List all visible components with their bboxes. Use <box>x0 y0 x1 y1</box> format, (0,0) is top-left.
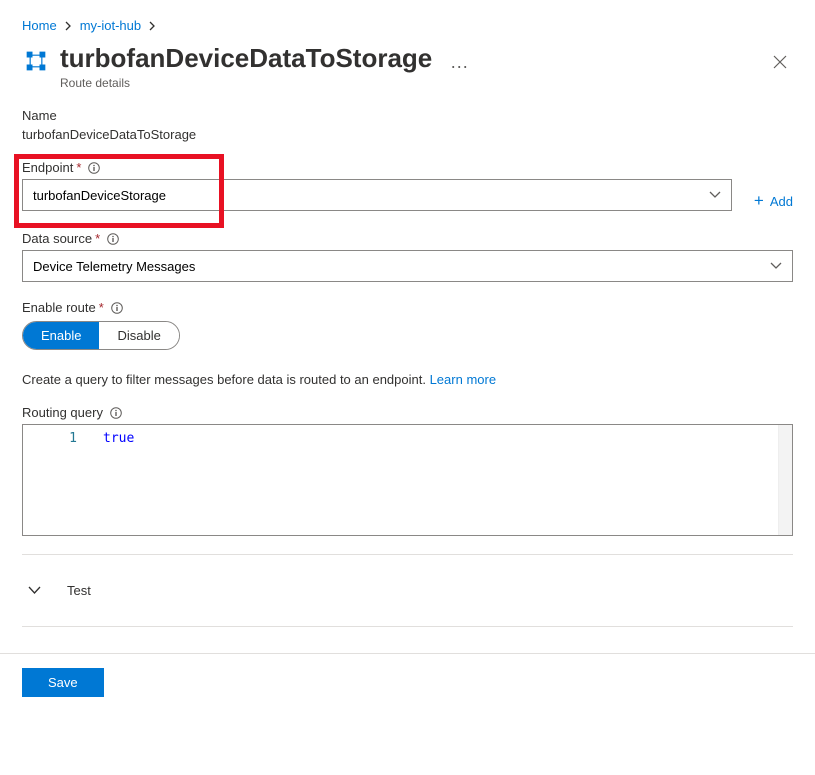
add-endpoint-button[interactable]: + Add <box>742 191 793 211</box>
chevron-down-icon <box>699 191 731 199</box>
line-number: 1 <box>23 425 95 535</box>
chevron-right-icon <box>149 21 156 31</box>
more-actions-icon[interactable]: ··· <box>450 56 468 77</box>
name-field: Name turbofanDeviceDataToStorage <box>22 108 793 142</box>
save-button[interactable]: Save <box>22 668 104 697</box>
divider <box>22 554 793 555</box>
divider <box>22 626 793 627</box>
endpoint-field: Endpoint * + Add <box>22 160 793 211</box>
endpoint-label: Endpoint <box>22 160 73 175</box>
breadcrumb: Home my-iot-hub <box>0 0 815 43</box>
helper-prefix: Create a query to filter messages before… <box>22 372 430 387</box>
iot-hub-icon <box>22 47 50 75</box>
add-label: Add <box>770 194 793 209</box>
footer: Save <box>0 653 815 711</box>
routing-query-field: Routing query 1 true <box>22 405 793 536</box>
info-icon[interactable] <box>110 407 122 419</box>
disable-button[interactable]: Disable <box>99 322 178 349</box>
required-indicator: * <box>76 160 81 175</box>
routing-query-label: Routing query <box>22 405 103 420</box>
info-icon[interactable] <box>111 302 123 314</box>
test-section-toggle[interactable]: Test <box>22 569 793 612</box>
data-source-label: Data source <box>22 231 92 246</box>
name-value: turbofanDeviceDataToStorage <box>22 127 793 142</box>
required-indicator: * <box>95 231 100 246</box>
chevron-right-icon <box>65 21 72 31</box>
page-subtitle: Route details <box>60 76 432 90</box>
page-title: turbofanDeviceDataToStorage <box>60 43 432 74</box>
endpoint-input[interactable] <box>23 188 699 203</box>
data-source-input[interactable] <box>23 259 760 274</box>
chevron-down-icon <box>22 586 53 595</box>
enable-route-field: Enable route * Enable Disable <box>22 300 793 350</box>
required-indicator: * <box>99 300 104 315</box>
routing-query-editor[interactable]: 1 true <box>22 424 793 536</box>
breadcrumb-home[interactable]: Home <box>22 18 57 33</box>
close-icon[interactable] <box>767 49 793 75</box>
learn-more-link[interactable]: Learn more <box>430 372 496 387</box>
breadcrumb-hub[interactable]: my-iot-hub <box>80 18 141 33</box>
enable-route-toggle: Enable Disable <box>22 321 180 350</box>
code-content[interactable]: true <box>95 425 778 535</box>
test-label: Test <box>67 583 91 598</box>
info-icon[interactable] <box>88 162 100 174</box>
info-icon[interactable] <box>107 233 119 245</box>
endpoint-select[interactable] <box>22 179 732 211</box>
name-label: Name <box>22 108 793 123</box>
plus-icon: + <box>754 191 764 211</box>
data-source-field: Data source * <box>22 231 793 282</box>
helper-text: Create a query to filter messages before… <box>22 372 793 387</box>
minimap <box>778 425 792 535</box>
chevron-down-icon <box>760 262 792 270</box>
enable-button[interactable]: Enable <box>23 322 99 349</box>
data-source-select[interactable] <box>22 250 793 282</box>
page-header: turbofanDeviceDataToStorage Route detail… <box>0 43 815 108</box>
enable-route-label: Enable route <box>22 300 96 315</box>
